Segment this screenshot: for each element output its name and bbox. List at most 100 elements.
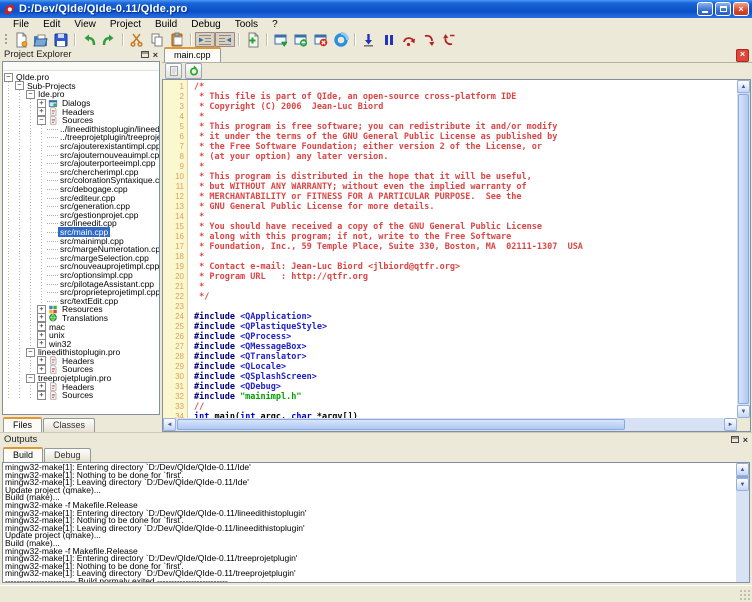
- tab-main-cpp[interactable]: main.cpp: [164, 47, 221, 62]
- tree-item[interactable]: +unix: [3, 331, 159, 340]
- tree-expand-toggle[interactable]: +: [36, 365, 47, 374]
- line-number: 33: [163, 402, 187, 412]
- editor-panel: main.cpp × 1/*2 * This file is part of Q…: [162, 48, 752, 432]
- add-file-button[interactable]: [243, 32, 263, 48]
- tree-expand-toggle[interactable]: −: [3, 73, 14, 82]
- build-button[interactable]: [271, 32, 291, 48]
- tree-guide: [14, 202, 25, 211]
- tree-expand-toggle[interactable]: +: [36, 391, 47, 400]
- tab-classes[interactable]: Classes: [43, 418, 95, 432]
- output-vertical-scrollbar[interactable]: ▲ ▼: [736, 463, 749, 582]
- open-file-button[interactable]: [31, 32, 51, 48]
- reload-button[interactable]: [185, 63, 202, 79]
- build-output[interactable]: mingw32-make[1]: Entering directory `D:/…: [3, 463, 736, 582]
- menu-file[interactable]: File: [6, 19, 36, 30]
- tree-guide: [36, 245, 47, 254]
- tree-guide: [14, 99, 25, 108]
- output-scroll-up-icon[interactable]: ▲: [736, 463, 749, 476]
- menu-project[interactable]: Project: [103, 19, 148, 30]
- tree-guide: [3, 253, 14, 262]
- tree-connector: [47, 142, 58, 151]
- tree-item[interactable]: +Translations: [3, 314, 159, 323]
- line-number: 24: [163, 312, 187, 322]
- scroll-left-icon[interactable]: ◄: [163, 418, 176, 431]
- tree-expand-toggle[interactable]: −: [25, 90, 36, 99]
- float-panel-icon[interactable]: [141, 51, 149, 58]
- rebuild-button[interactable]: [291, 32, 311, 48]
- stop-build-button[interactable]: [311, 32, 331, 48]
- minimize-button[interactable]: [697, 2, 713, 16]
- cut-button[interactable]: [127, 32, 147, 48]
- scroll-right-icon[interactable]: ►: [724, 418, 737, 431]
- save-file-button[interactable]: [51, 32, 71, 48]
- unindent-button[interactable]: [215, 32, 235, 47]
- tree-item[interactable]: −Sub-Projects: [3, 82, 159, 91]
- tree-connector: [47, 125, 58, 134]
- editor-hscroll-track[interactable]: [626, 418, 724, 431]
- build-output-line: Update project (qmake)...: [5, 487, 736, 495]
- tree-guide: [25, 125, 36, 134]
- redo-button[interactable]: [99, 32, 119, 48]
- code-editor[interactable]: 1/*2 * This file is part of QIde, an ope…: [162, 79, 751, 432]
- close-outputs-icon[interactable]: ×: [743, 436, 748, 444]
- step-over-button[interactable]: [399, 32, 419, 48]
- close-button[interactable]: ×: [733, 2, 749, 16]
- tree-expand-toggle[interactable]: −: [36, 116, 47, 125]
- tab-files[interactable]: Files: [3, 417, 42, 432]
- app-icon: [3, 3, 16, 16]
- document-button[interactable]: [165, 63, 182, 79]
- close-panel-icon[interactable]: ×: [153, 51, 158, 59]
- undo-button[interactable]: [79, 32, 99, 48]
- editor-hscroll-thumb[interactable]: [177, 419, 625, 430]
- code-area[interactable]: 1/*2 * This file is part of QIde, an ope…: [163, 80, 737, 418]
- tree-guide: [14, 125, 25, 134]
- output-scroll-down-icon[interactable]: ▼: [736, 478, 749, 491]
- toolbar-drag-handle[interactable]: [4, 33, 9, 46]
- resize-grip[interactable]: [739, 589, 751, 601]
- tree-expand-toggle[interactable]: −: [14, 82, 25, 91]
- project-tree[interactable]: −QIde.pro−Sub-Projects−Ide.pro+Dialogs+H…: [3, 71, 159, 414]
- scroll-up-icon[interactable]: ▲: [737, 80, 750, 93]
- copy-button[interactable]: [147, 32, 167, 48]
- scroll-down-icon[interactable]: ▼: [737, 405, 750, 418]
- paste-button[interactable]: [167, 32, 187, 48]
- code-line: 27#include <QMessageBox>: [163, 342, 737, 352]
- menu-tools[interactable]: Tools: [228, 19, 265, 30]
- code-line: 4 *: [163, 112, 737, 122]
- toolbar-separator: [266, 33, 268, 46]
- maximize-button[interactable]: [715, 2, 731, 16]
- tree-guide: [3, 185, 14, 194]
- tree-item[interactable]: +mac: [3, 322, 159, 331]
- tab-debug[interactable]: Debug: [44, 448, 91, 462]
- new-file-button[interactable]: [11, 32, 31, 48]
- menu-debug[interactable]: Debug: [184, 19, 227, 30]
- editor-vscroll-thumb[interactable]: [738, 94, 749, 404]
- title-bar[interactable]: D:/Dev/QIde/QIde-0.11/QIde.pro ×: [0, 0, 752, 18]
- tree-expand-toggle[interactable]: +: [36, 339, 47, 348]
- line-number: 6: [163, 132, 187, 142]
- tree-guide: [3, 322, 14, 331]
- indent-button[interactable]: [195, 32, 215, 47]
- menu-?[interactable]: ?: [265, 19, 285, 30]
- float-outputs-icon[interactable]: [731, 436, 739, 443]
- close-tab-button[interactable]: ×: [736, 49, 749, 62]
- run-button[interactable]: [331, 32, 351, 48]
- tree-guide: [14, 305, 25, 314]
- debug-continue-button[interactable]: [359, 32, 379, 48]
- menu-view[interactable]: View: [67, 19, 103, 30]
- tree-item[interactable]: +Sources: [3, 391, 159, 400]
- editor-vertical-scrollbar[interactable]: ▲ ▼: [737, 80, 750, 418]
- tab-build[interactable]: Build: [3, 447, 43, 462]
- step-into-button[interactable]: [419, 32, 439, 48]
- tree-expand-toggle[interactable]: −: [25, 348, 36, 357]
- editor-horizontal-scrollbar[interactable]: ◄ ►: [163, 418, 737, 431]
- tree-guide: [3, 82, 14, 91]
- line-number: 18: [163, 252, 187, 262]
- menu-build[interactable]: Build: [148, 19, 184, 30]
- step-out-button[interactable]: [439, 32, 459, 48]
- debug-pause-button[interactable]: [379, 32, 399, 48]
- code-line: 25#include <QPlastiqueStyle>: [163, 322, 737, 332]
- tree-expand-toggle[interactable]: −: [25, 374, 36, 383]
- menu-edit[interactable]: Edit: [36, 19, 67, 30]
- rebuild-icon: [293, 32, 309, 48]
